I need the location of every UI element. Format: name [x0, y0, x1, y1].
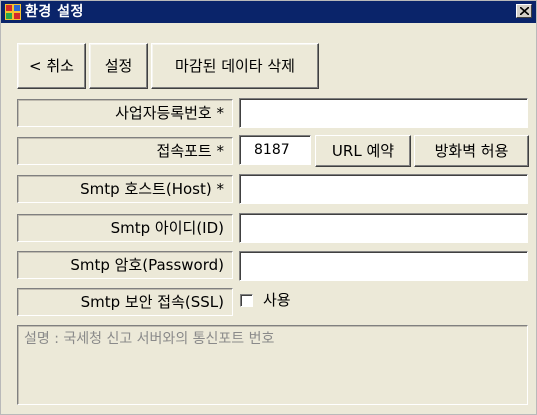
ssl-checkbox-label[interactable]: 사용	[263, 289, 291, 311]
save-button[interactable]: 설정	[89, 43, 148, 89]
smtp-id-label: Smtp 아이디(ID)	[17, 214, 233, 242]
cancel-button[interactable]: < 취소	[17, 43, 86, 89]
close-icon	[520, 7, 529, 15]
smtp-password-input[interactable]	[239, 251, 528, 281]
business-number-label: 사업자등록번호 *	[17, 99, 233, 127]
app-icon	[5, 4, 21, 20]
ssl-checkbox[interactable]	[240, 294, 253, 307]
delete-closed-data-button[interactable]: 마감된 데이타 삭제	[151, 43, 319, 89]
window-title: 환경 설정	[25, 4, 84, 20]
port-label: 접속포트 *	[17, 137, 233, 165]
smtp-host-input[interactable]	[239, 174, 528, 204]
smtp-password-label: Smtp 암호(Password)	[17, 251, 233, 279]
smtp-host-label: Smtp 호스트(Host) *	[17, 175, 233, 203]
business-number-input[interactable]	[239, 98, 528, 128]
description-text: 설명 : 국세청 신고 서버와의 통신포트 번호	[24, 331, 275, 347]
smtp-id-input[interactable]	[239, 213, 528, 243]
settings-window: 환경 설정 < 취소 설정 마감된 데이타 삭제 사업자등록번호 * 접속포트 …	[0, 0, 537, 415]
url-reserve-button[interactable]: URL 예약	[315, 135, 411, 167]
close-button[interactable]	[516, 4, 532, 18]
port-input[interactable]: 8187	[239, 135, 311, 165]
title-bar[interactable]: 환경 설정	[1, 1, 536, 23]
description-panel: 설명 : 국세청 신고 서버와의 통신포트 번호	[17, 325, 528, 405]
smtp-ssl-label: Smtp 보안 접속(SSL)	[17, 288, 233, 316]
firewall-allow-button[interactable]: 방화벽 허용	[414, 135, 529, 167]
